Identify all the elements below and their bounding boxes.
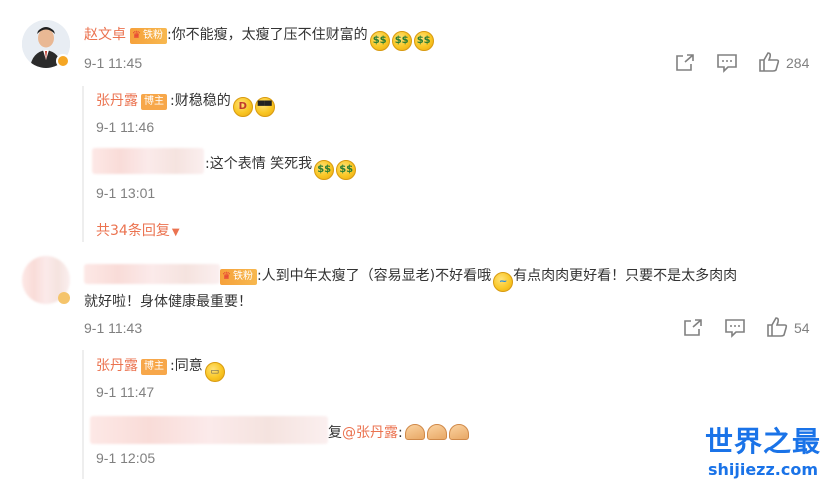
crown-icon: ♛ xyxy=(222,271,231,282)
comment-icon[interactable] xyxy=(724,318,746,338)
mention-link[interactable]: @张丹露 xyxy=(342,425,398,441)
crown-icon: ♛ xyxy=(132,30,141,41)
verified-badge-icon xyxy=(58,292,70,304)
share-icon[interactable] xyxy=(682,318,704,338)
comment-1-body: 赵文卓 ♛ 铁粉:你不能瘦，太瘦了压不住财富的 $$ $$ $$ xyxy=(84,24,434,51)
reply-time: 9-1 11:46 xyxy=(96,119,155,135)
more-replies-link[interactable]: 共34条回复 ▼ xyxy=(96,220,180,240)
reply-thread-bar xyxy=(82,86,84,242)
reply-text: :同意 xyxy=(170,358,203,374)
money-emoji-icon: $$ xyxy=(369,31,390,51)
comment-text-continued: 有点肉肉更好看！只要不是太多肉肉 xyxy=(513,268,738,284)
verified-badge-icon xyxy=(56,54,70,68)
reply-2-body: :这个表情 笑死我 $$ $$ xyxy=(205,153,357,180)
money-emoji-icon: $$ xyxy=(391,31,412,51)
praying-hands-icon xyxy=(426,424,447,440)
reply-username[interactable]: 张丹露 xyxy=(96,93,138,109)
reply-username[interactable]: 张丹露 xyxy=(96,358,138,374)
reply-text: :这个表情 笑死我 xyxy=(205,156,313,172)
comment-2-line-2: 就好啦！身体健康最重要！ xyxy=(84,294,252,310)
like-count: 284 xyxy=(786,55,810,71)
reply-1-body: 张丹露 博主:财稳稳的 D ▀▀ xyxy=(96,90,275,117)
like-count: 54 xyxy=(794,320,810,336)
comment-text: :你不能瘦，太瘦了压不住财富的 xyxy=(166,27,368,43)
thumb-up-icon xyxy=(767,317,788,337)
reply-text-prefix: 复 xyxy=(328,425,342,441)
blurred-username xyxy=(92,148,204,174)
reply-time: 9-1 13:01 xyxy=(96,185,156,201)
triangle-down-icon: ▼ xyxy=(171,227,180,238)
reply-text: : xyxy=(398,425,403,441)
reply-3-body: 张丹露 博主:同意 ▭ xyxy=(96,355,225,382)
watermark-domain: shijiezz.com xyxy=(707,460,819,479)
comment-icon[interactable] xyxy=(716,53,738,73)
comment-time: 9-1 11:45 xyxy=(84,55,143,71)
money-emoji-icon: $$ xyxy=(314,160,335,180)
reply-thread-bar xyxy=(82,350,84,479)
reply-time: 9-1 11:47 xyxy=(96,384,155,400)
reply-4-body: 复@张丹露: xyxy=(328,422,469,442)
reply-text: :财稳稳的 xyxy=(170,93,231,109)
watermark-title: 世界之最 xyxy=(704,425,821,458)
fan-badge[interactable]: ♛ 铁粉 xyxy=(220,269,257,285)
money-emoji-icon: $$ xyxy=(336,160,357,180)
money-emoji-icon: $$ xyxy=(413,31,434,51)
like-button[interactable] xyxy=(766,317,788,337)
fan-badge[interactable]: ♛ 铁粉 xyxy=(130,28,167,44)
author-badge: 博主 xyxy=(141,359,167,375)
share-icon[interactable] xyxy=(674,53,696,73)
thumb-up-icon xyxy=(759,52,780,72)
praying-hands-icon xyxy=(448,424,469,440)
sunglasses-emoji-icon: ▀▀ xyxy=(254,97,275,117)
author-badge: 博主 xyxy=(141,94,167,110)
laughing-emoji-icon: D xyxy=(232,97,253,117)
like-button[interactable] xyxy=(758,52,780,72)
comment-time: 9-1 11:43 xyxy=(84,320,143,336)
blurred-username xyxy=(90,416,328,444)
blurred-username xyxy=(84,264,220,284)
praying-hands-icon xyxy=(404,424,425,440)
comment-2-line-1: ♛ 铁粉:人到中年太瘦了（容易显老)不好看哦 ~ 有点肉肉更好看！只要不是太多肉肉 xyxy=(220,265,737,292)
comment-text: :人到中年太瘦了（容易显老)不好看哦 xyxy=(256,268,492,284)
reply-time: 9-1 12:05 xyxy=(96,450,156,466)
grinning-emoji-icon: ▭ xyxy=(204,362,225,382)
watermark: 世界之最 shijiezz.com xyxy=(700,420,826,479)
comment-username[interactable]: 赵文卓 xyxy=(84,27,126,43)
crying-laughing-emoji-icon: ~ xyxy=(493,272,514,292)
